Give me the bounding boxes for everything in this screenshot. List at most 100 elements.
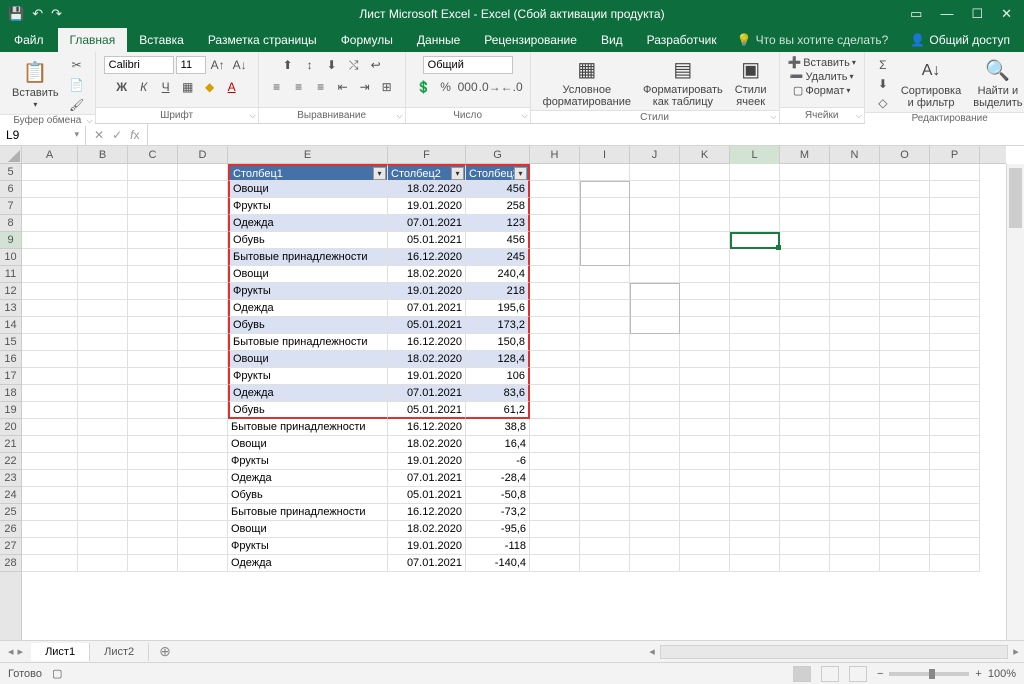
spreadsheet-grid[interactable]: ABCDEFGHIJKLMNOP 56789101112131415161718…: [0, 146, 1024, 640]
minimize-icon[interactable]: —: [940, 6, 953, 22]
percent-icon[interactable]: %: [436, 78, 456, 96]
sheet-nav-prev-icon[interactable]: ◂: [8, 645, 14, 658]
cancel-formula-icon[interactable]: ✕: [94, 128, 104, 142]
fill-color-icon[interactable]: ◆: [200, 78, 220, 96]
wrap-text-icon[interactable]: ↩: [366, 56, 386, 74]
clear-icon[interactable]: ◇: [873, 94, 893, 112]
ribbon-options-icon[interactable]: ▭: [910, 6, 922, 22]
group-styles: ▦Условное форматирование ▤Форматировать …: [531, 52, 780, 123]
window-title: Лист Microsoft Excel - Excel (Сбой актив…: [359, 7, 664, 21]
underline-icon[interactable]: Ч: [156, 78, 176, 96]
select-all-corner[interactable]: [0, 146, 22, 164]
cell-styles-button[interactable]: ▣Стили ячеек: [731, 56, 771, 110]
name-box[interactable]: L9▾: [0, 124, 86, 145]
enter-formula-icon[interactable]: ✓: [112, 128, 122, 142]
align-center-icon[interactable]: ≡: [289, 78, 309, 96]
group-font: A↑ A↓ Ж К Ч ▦ ◆ А Шрифт: [96, 52, 259, 123]
row-headers[interactable]: 5678910111213141516171819202122232425262…: [0, 164, 22, 640]
view-normal-icon[interactable]: [793, 666, 811, 682]
tab-view[interactable]: Вид: [589, 28, 635, 52]
ribbon-tabs: Файл Главная Вставка Разметка страницы Ф…: [0, 28, 1024, 52]
tab-layout[interactable]: Разметка страницы: [196, 28, 329, 52]
format-cells-button[interactable]: ▢Формат▾: [793, 84, 851, 97]
sheet-tab-1[interactable]: Лист1: [31, 643, 90, 661]
column-headers[interactable]: ABCDEFGHIJKLMNOP: [22, 146, 1006, 164]
grow-font-icon[interactable]: A↑: [208, 56, 228, 74]
group-edit: Σ ⬇ ◇ A↓Сортировка и фильтр 🔍Найти и выд…: [865, 52, 1024, 123]
maximize-icon[interactable]: ☐: [971, 6, 983, 22]
font-size-select[interactable]: [176, 56, 206, 74]
tab-insert[interactable]: Вставка: [127, 28, 196, 52]
italic-icon[interactable]: К: [134, 78, 154, 96]
filter-icon[interactable]: ▾: [373, 167, 386, 180]
filter-icon[interactable]: ▾: [514, 167, 527, 180]
font-color-icon[interactable]: А: [222, 78, 242, 96]
group-clipboard: 📋Вставить▾ ✂📄🖌 Буфер обмена: [0, 52, 96, 123]
zoom-slider[interactable]: [889, 672, 969, 676]
filter-icon[interactable]: ▾: [451, 167, 464, 180]
inc-decimal-icon[interactable]: .0→: [480, 78, 500, 96]
align-top-icon[interactable]: ⬆: [278, 56, 298, 74]
delete-cells-button[interactable]: ➖Удалить▾: [790, 70, 854, 83]
find-select-button[interactable]: 🔍Найти и выделить: [969, 57, 1024, 111]
vertical-scrollbar[interactable]: [1006, 164, 1024, 640]
number-format-select[interactable]: [423, 56, 513, 74]
tell-me[interactable]: 💡Что вы хотите сделать?: [737, 28, 889, 52]
dec-decimal-icon[interactable]: ←.0: [502, 78, 522, 96]
formula-bar: L9▾ ✕ ✓ fx: [0, 124, 1024, 146]
align-bottom-icon[interactable]: ⬇: [322, 56, 342, 74]
tab-data[interactable]: Данные: [405, 28, 472, 52]
comma-icon[interactable]: 000: [458, 78, 478, 96]
indent-inc-icon[interactable]: ⇥: [355, 78, 375, 96]
border-icon[interactable]: ▦: [178, 78, 198, 96]
title-bar: 💾 ↶ ↷ Лист Microsoft Excel - Excel (Сбой…: [0, 0, 1024, 28]
add-sheet-button[interactable]: ⊕: [149, 643, 181, 660]
orientation-icon[interactable]: ⤭: [344, 56, 364, 74]
align-right-icon[interactable]: ≡: [311, 78, 331, 96]
formula-input[interactable]: [148, 124, 1024, 145]
tab-review[interactable]: Рецензирование: [472, 28, 589, 52]
tab-home[interactable]: Главная: [58, 28, 128, 52]
tab-file[interactable]: Файл: [0, 28, 58, 52]
group-align: ⬆↕⬇ ⤭ ↩ ≡≡≡ ⇤⇥ ⊞ Выравнивание: [259, 52, 406, 123]
bold-icon[interactable]: Ж: [112, 78, 132, 96]
paste-button[interactable]: 📋Вставить▾: [8, 59, 63, 112]
indent-dec-icon[interactable]: ⇤: [333, 78, 353, 96]
autosum-icon[interactable]: Σ: [873, 56, 893, 74]
status-bar: Готово ▢ − + 100%: [0, 662, 1024, 684]
zoom-out-icon[interactable]: −: [877, 668, 883, 680]
sheet-tab-2[interactable]: Лист2: [90, 643, 149, 661]
ribbon: 📋Вставить▾ ✂📄🖌 Буфер обмена A↑ A↓ Ж К Ч …: [0, 52, 1024, 124]
cond-format-button[interactable]: ▦Условное форматирование: [539, 56, 635, 110]
tab-formulas[interactable]: Формулы: [329, 28, 405, 52]
format-painter-icon[interactable]: 🖌: [67, 96, 87, 114]
share-button[interactable]: 👤Общий доступ: [910, 28, 1024, 52]
macro-record-icon[interactable]: ▢: [52, 667, 62, 680]
merge-icon[interactable]: ⊞: [377, 78, 397, 96]
save-icon[interactable]: 💾: [8, 6, 24, 22]
sheet-nav-next-icon[interactable]: ▸: [18, 645, 24, 658]
tab-developer[interactable]: Разработчик: [635, 28, 729, 52]
currency-icon[interactable]: 💲: [414, 78, 434, 96]
format-table-button[interactable]: ▤Форматировать как таблицу: [639, 56, 727, 110]
copy-icon[interactable]: 📄: [67, 76, 87, 94]
undo-icon[interactable]: ↶: [32, 6, 43, 22]
insert-cells-button[interactable]: ➕Вставить▾: [788, 56, 856, 69]
align-middle-icon[interactable]: ↕: [300, 56, 320, 74]
horizontal-scrollbar[interactable]: ◂▸: [644, 644, 1024, 660]
zoom-level[interactable]: 100%: [988, 668, 1016, 680]
cut-icon[interactable]: ✂: [67, 56, 87, 74]
fill-icon[interactable]: ⬇: [873, 75, 893, 93]
sort-filter-button[interactable]: A↓Сортировка и фильтр: [897, 57, 965, 111]
view-layout-icon[interactable]: [821, 666, 839, 682]
zoom-in-icon[interactable]: +: [975, 668, 981, 680]
align-left-icon[interactable]: ≡: [267, 78, 287, 96]
sheet-tabs: ◂▸ Лист1 Лист2 ⊕ ◂▸: [0, 640, 1024, 662]
shrink-font-icon[interactable]: A↓: [230, 56, 250, 74]
close-icon[interactable]: ✕: [1001, 6, 1012, 22]
view-pagebreak-icon[interactable]: [849, 666, 867, 682]
group-number: 💲 % 000 .0→ ←.0 Число: [406, 52, 531, 123]
font-name-select[interactable]: [104, 56, 174, 74]
redo-icon[interactable]: ↷: [51, 6, 62, 22]
fx-icon[interactable]: fx: [130, 128, 139, 142]
